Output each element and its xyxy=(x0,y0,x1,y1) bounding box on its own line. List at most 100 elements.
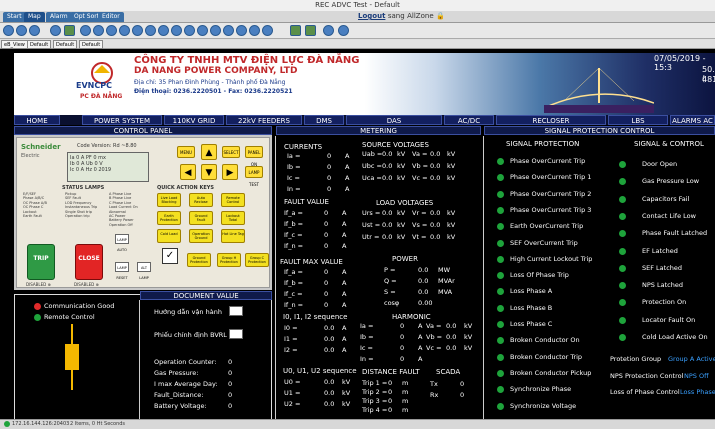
nav-alarms[interactable]: ALARMS AC xyxy=(670,115,715,125)
nps-control-value: NPS Off xyxy=(684,372,709,380)
zoom-out-icon[interactable] xyxy=(119,25,130,36)
source-voltages-cell: Vc = xyxy=(412,174,428,182)
doc-tab-default-2[interactable]: Default xyxy=(53,40,78,49)
tab-editor[interactable]: Editor xyxy=(98,12,124,22)
quick-operation-ground[interactable]: Operation Ground xyxy=(189,229,213,243)
distance-fault-title: DISTANCE FAULT xyxy=(362,368,420,376)
tab-map[interactable]: Map xyxy=(24,12,45,22)
users-icon[interactable] xyxy=(29,25,40,36)
zoom-fit-icon[interactable] xyxy=(132,25,143,36)
logout-area: Logout sang AllZone 🔒 xyxy=(358,12,445,20)
flag-icon[interactable] xyxy=(305,25,316,36)
nav-power-system[interactable]: POWER SYSTEM xyxy=(82,115,162,125)
company-name-en: DA NANG POWER COMPANY, LTD xyxy=(134,66,298,76)
lock-icon[interactable]: 🔒 xyxy=(436,12,445,20)
tab-start[interactable]: Start xyxy=(3,12,26,22)
remote-status-label: Remote Control xyxy=(44,313,95,321)
nav-110kv-grid[interactable]: 110KV GRID xyxy=(164,115,224,125)
checkbox-icon[interactable]: ✓ xyxy=(162,248,178,264)
bell-icon[interactable] xyxy=(3,25,14,36)
document-tabs: eB_View Default Default Default xyxy=(0,39,715,49)
clock-icon[interactable] xyxy=(338,25,349,36)
edit-icon[interactable] xyxy=(323,25,334,36)
sequence1-cell: A xyxy=(342,324,347,332)
nav-lbs[interactable]: LBS xyxy=(608,115,668,125)
quick-lockout-total[interactable]: Lockout Total xyxy=(221,211,245,225)
search-icon[interactable] xyxy=(223,25,234,36)
quick-cold-load[interactable]: Cold Load xyxy=(157,229,181,243)
table-icon[interactable] xyxy=(262,25,273,36)
signal-status-icon xyxy=(497,321,504,328)
quick-live-load-blocking[interactable]: Live Load Blocking xyxy=(157,193,181,207)
source-voltages-cell: kV xyxy=(397,162,406,170)
logout-link[interactable]: Logout xyxy=(358,12,385,20)
lamp-reset-button[interactable]: LAMP RESET xyxy=(115,262,129,280)
doc-tab-default-1[interactable]: Default xyxy=(27,40,52,49)
control-status-icon xyxy=(619,195,626,203)
quick-group-c-protection[interactable]: Group C Protection xyxy=(245,253,269,267)
chart-icon[interactable] xyxy=(249,25,260,36)
refresh-icon[interactable] xyxy=(64,25,75,36)
signal-protection-control-header: SIGNAL PROTECTION CONTROL xyxy=(484,126,715,135)
camera-icon[interactable] xyxy=(197,25,208,36)
alt-lamp-button[interactable]: ALT LAMP xyxy=(137,262,151,280)
lamp-auto-button[interactable]: LAMP AUTO xyxy=(115,234,129,252)
panel-on-button[interactable]: PANEL ON xyxy=(245,146,263,167)
vu-icon[interactable] xyxy=(290,25,301,36)
tab-alarm[interactable]: Alarm xyxy=(46,12,72,22)
layers-icon[interactable] xyxy=(184,25,195,36)
signal-status-icon xyxy=(497,369,504,377)
zoom-in-icon[interactable] xyxy=(106,25,117,36)
harmonic-cell: Ia = xyxy=(360,322,374,330)
fault-distance-label: Fault_Distance: xyxy=(154,391,204,399)
trip-button[interactable]: TRIP xyxy=(27,244,55,280)
nav-dms[interactable]: DMS xyxy=(304,115,344,125)
print-icon[interactable] xyxy=(210,25,221,36)
arrow-right-button[interactable]: ▶ xyxy=(222,164,238,180)
warning-icon[interactable] xyxy=(16,25,27,36)
home-icon[interactable] xyxy=(171,25,182,36)
arrow-up-button[interactable]: ▲ xyxy=(201,144,217,160)
nav-bar: HOME POWER SYSTEM 110KV GRID 22kV FEEDER… xyxy=(14,115,715,125)
quick-group-h-protection[interactable]: Group H Protection xyxy=(217,253,241,267)
source-voltages-cell: kV xyxy=(397,150,406,158)
settings-icon[interactable] xyxy=(236,25,247,36)
nav-22kv-feeders[interactable]: 22kV FEEDERS xyxy=(226,115,302,125)
doc-relay-setting-icon[interactable] xyxy=(229,329,243,339)
control-status-icon xyxy=(619,316,626,324)
nav-ac-dc[interactable]: AC/DC xyxy=(444,115,494,125)
back-icon[interactable] xyxy=(80,25,91,36)
sequence2-cell: 0.0 xyxy=(324,389,335,397)
menu-button[interactable]: MENU xyxy=(177,146,195,158)
signal-control-item: SEF Latched xyxy=(642,263,683,272)
arrow-left-button[interactable]: ◀ xyxy=(180,164,196,180)
signal-control-item: EF Latched xyxy=(642,246,678,255)
doc-relay-setting[interactable]: Phiếu chỉnh định BVRL xyxy=(154,331,227,339)
load-voltages-cell: 0.0 xyxy=(382,221,393,229)
pan-icon[interactable] xyxy=(145,25,156,36)
quick-earth-protection[interactable]: Earth Protection xyxy=(157,211,181,225)
select-button[interactable]: SELECT xyxy=(222,146,240,158)
quick-remote-control[interactable]: Remote Control xyxy=(221,193,245,207)
lamp-test-button[interactable]: LAMP TEST xyxy=(245,166,263,187)
nav-recloser[interactable]: RECLOSER xyxy=(496,115,606,125)
close-button[interactable]: CLOSE xyxy=(75,244,103,280)
window-title: REC ADVC Test - Default xyxy=(0,0,715,11)
forward-icon[interactable] xyxy=(93,25,104,36)
signal-control-item: Door Open xyxy=(642,160,678,168)
doc-tab-view[interactable]: eB_View xyxy=(1,40,28,49)
doc-operation-guide-icon[interactable] xyxy=(229,306,243,316)
globe-icon[interactable] xyxy=(50,25,61,36)
nav-das[interactable]: DAS xyxy=(346,115,442,125)
doc-operation-guide[interactable]: Hướng dẫn vận hành xyxy=(154,308,222,316)
quick-ground-fault[interactable]: Ground Fault xyxy=(189,211,213,225)
nav-home[interactable]: HOME xyxy=(14,115,60,125)
signal-protection-item: Synchronize Phase xyxy=(510,385,572,394)
select-icon[interactable] xyxy=(158,25,169,36)
quick-ground-protection[interactable]: Ground Protection xyxy=(187,253,211,267)
arrow-down-button[interactable]: ▼ xyxy=(201,164,217,180)
harmonic-cell: kV xyxy=(464,322,473,330)
doc-tab-default-3[interactable]: Default xyxy=(79,40,104,49)
quick-hot-line-tag[interactable]: Hot Line Tag xyxy=(221,229,245,243)
quick-auto-reclose[interactable]: Auto Reclose xyxy=(189,193,213,207)
